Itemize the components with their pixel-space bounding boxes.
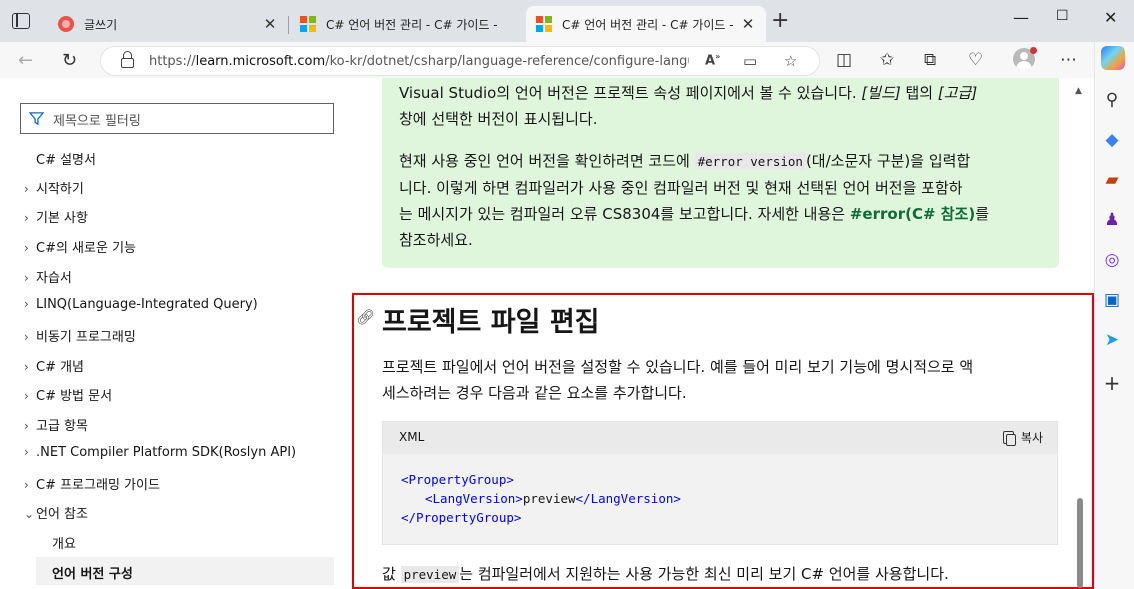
- microsoft-logo-icon: [300, 16, 316, 32]
- scroll-up-icon[interactable]: ▲: [1075, 86, 1082, 96]
- split-screen-icon[interactable]: ◫: [836, 50, 852, 70]
- toc-item-tutorials[interactable]: › 자습서: [24, 267, 72, 286]
- tab-title: C# 언어 버전 관리 - C# 가이드 -: [326, 17, 498, 32]
- copy-button[interactable]: 복사: [1002, 429, 1043, 446]
- favorite-star-icon[interactable]: ☆: [784, 52, 797, 70]
- chevron-right-icon: ›: [24, 271, 29, 285]
- add-icon[interactable]: +: [1102, 373, 1122, 393]
- new-tab-button[interactable]: +: [771, 10, 789, 32]
- scroll-thumb[interactable]: [1077, 498, 1083, 588]
- toc-item-whats-new[interactable]: › C#의 새로운 기능: [24, 237, 136, 256]
- search-icon[interactable]: ⚲: [1102, 90, 1122, 110]
- filter-placeholder: 제목으로 필터링: [53, 114, 141, 129]
- toc-item-configure-language-version[interactable]: 언어 버전 구성: [52, 563, 133, 582]
- chevron-right-icon: ›: [24, 360, 29, 374]
- maximize-button[interactable]: ☐: [1056, 8, 1069, 24]
- games-icon[interactable]: ♟: [1102, 210, 1122, 230]
- code-language: XML: [399, 430, 425, 444]
- filter-input[interactable]: 제목으로 필터링: [20, 103, 334, 134]
- url-text[interactable]: https://learn.microsoft.com/ko-kr/dotnet…: [149, 54, 689, 69]
- toc-item-fundamentals[interactable]: › 기본 사항: [24, 207, 88, 226]
- page-content: 제목으로 필터링 C# 설명서 › 시작하기 › 기본 사항 › C#의 새로운 기능…: [0, 78, 1094, 589]
- toc-item-async[interactable]: › 비동기 프로그래밍: [24, 326, 136, 345]
- chevron-right-icon: ›: [24, 478, 29, 492]
- tab-write[interactable]: 글쓰기 ✕: [48, 6, 288, 42]
- code-line: </PropertyGroup>: [401, 510, 522, 525]
- note-paragraph-1: Visual Studio의 언어 버전은 프로젝트 속성 페이지에서 볼 수 …: [399, 84, 978, 128]
- tab-title: 글쓰기: [84, 17, 118, 32]
- code-line: <LangVersion>preview</LangVersion>: [425, 491, 681, 506]
- tools-icon[interactable]: ▰: [1102, 170, 1122, 190]
- refresh-icon[interactable]: ↻: [62, 50, 77, 71]
- chevron-right-icon: ›: [24, 330, 29, 344]
- copy-icon: [1002, 431, 1016, 446]
- chevron-right-icon: ›: [24, 389, 29, 403]
- chevron-right-icon: ›: [24, 297, 29, 311]
- toc-item-linq[interactable]: › LINQ(Language-Integrated Query): [24, 297, 258, 312]
- tab-csharp-version-1[interactable]: C# 언어 버전 관리 - C# 가이드 -: [290, 6, 526, 42]
- body-paragraph-2: 값 preview 는 컴파일러에서 지원하는 사용 가능한 최신 미리 보기 C…: [382, 565, 949, 583]
- close-icon[interactable]: ✕: [740, 15, 756, 33]
- close-icon[interactable]: ✕: [262, 15, 278, 33]
- toc-item-getting-started[interactable]: › 시작하기: [24, 178, 84, 197]
- immersive-reader-icon[interactable]: ▭: [743, 52, 757, 70]
- chevron-right-icon: ›: [24, 445, 29, 459]
- send-icon[interactable]: ➤: [1102, 330, 1122, 350]
- code-body: <PropertyGroup> <LangVersion>preview</La…: [401, 470, 681, 527]
- minimize-button[interactable]: —: [1013, 8, 1029, 27]
- error-reference-link[interactable]: #error(C# 참조): [850, 205, 975, 223]
- back-icon[interactable]: ←: [18, 50, 33, 71]
- filter-icon: [29, 112, 44, 126]
- chevron-right-icon: ›: [24, 241, 29, 255]
- code-block: XML 복사 <PropertyGroup> <LangVersion>prev…: [382, 421, 1058, 545]
- tab-actions-icon[interactable]: [12, 13, 30, 29]
- red-circle-icon: [58, 16, 74, 32]
- note-paragraph-2: 현재 사용 중인 언어 버전을 확인하려면 코드에 #error version…: [399, 152, 990, 249]
- notification-dot: [1030, 47, 1037, 54]
- browser-toolbar: ← ↻ https://learn.microsoft.com/ko-kr/do…: [0, 42, 1094, 78]
- toc-item-overview[interactable]: 개요: [52, 533, 76, 552]
- copy-label: 복사: [1020, 431, 1043, 445]
- inline-code: preview: [400, 566, 460, 583]
- lock-icon: [121, 51, 134, 68]
- chevron-down-icon: ⌄: [24, 507, 35, 521]
- tab-title: C# 언어 버전 관리 - C# 가이드 -: [562, 17, 734, 32]
- microsoft365-icon[interactable]: ◎: [1102, 250, 1122, 270]
- tab-strip: 글쓰기 ✕ C# 언어 버전 관리 - C# 가이드 - C# 언어 버전 관리…: [0, 0, 1134, 42]
- tab-csharp-version-2[interactable]: C# 언어 버전 관리 - C# 가이드 - ✕: [526, 6, 766, 42]
- browser-essentials-icon[interactable]: ♡: [968, 50, 983, 70]
- chevron-right-icon: ›: [24, 211, 29, 225]
- microsoft-logo-icon: [536, 16, 552, 32]
- toc-item-advanced[interactable]: › 고급 항목: [24, 415, 88, 434]
- shopping-tag-icon[interactable]: ◆: [1102, 130, 1122, 150]
- link-anchor-icon[interactable]: 🔗︎: [356, 308, 375, 326]
- toc-item-concepts[interactable]: › C# 개념: [24, 356, 84, 375]
- collections-icon[interactable]: ⧉: [924, 50, 936, 70]
- section-heading: 프로젝트 파일 편집: [382, 307, 600, 338]
- toc-item-how-to[interactable]: › C# 방법 문서: [24, 385, 112, 404]
- copilot-icon[interactable]: [1101, 46, 1125, 70]
- toc-item-roslyn[interactable]: › .NET Compiler Platform SDK(Roslyn API): [24, 445, 296, 460]
- inline-code: #error version: [694, 153, 806, 170]
- body-paragraph-1: 프로젝트 파일에서 언어 버전을 설정할 수 있습니다. 예를 들어 미리 보기…: [382, 358, 974, 402]
- toc-item-programming-guide[interactable]: › C# 프로그래밍 가이드: [24, 474, 160, 493]
- toc-item-language-reference[interactable]: ⌄ 언어 참조: [24, 503, 88, 522]
- address-bar[interactable]: https://learn.microsoft.com/ko-kr/dotnet…: [100, 46, 820, 76]
- code-line: <PropertyGroup>: [401, 472, 514, 487]
- tab-separator: [288, 16, 289, 34]
- edge-sidebar: [1094, 42, 1134, 589]
- read-aloud-icon[interactable]: A»: [705, 52, 720, 68]
- close-window-button[interactable]: ✕: [1104, 8, 1117, 27]
- code-header: XML 복사: [383, 422, 1057, 454]
- outlook-icon[interactable]: ▣: [1102, 290, 1122, 310]
- favorites-icon[interactable]: ✩: [880, 50, 894, 70]
- scrollbar[interactable]: ▲: [1072, 78, 1086, 589]
- chevron-right-icon: ›: [24, 419, 29, 433]
- toc-item-csharp-docs[interactable]: C# 설명서: [36, 149, 96, 168]
- settings-more-icon[interactable]: ⋯: [1060, 50, 1077, 70]
- chevron-right-icon: ›: [24, 182, 29, 196]
